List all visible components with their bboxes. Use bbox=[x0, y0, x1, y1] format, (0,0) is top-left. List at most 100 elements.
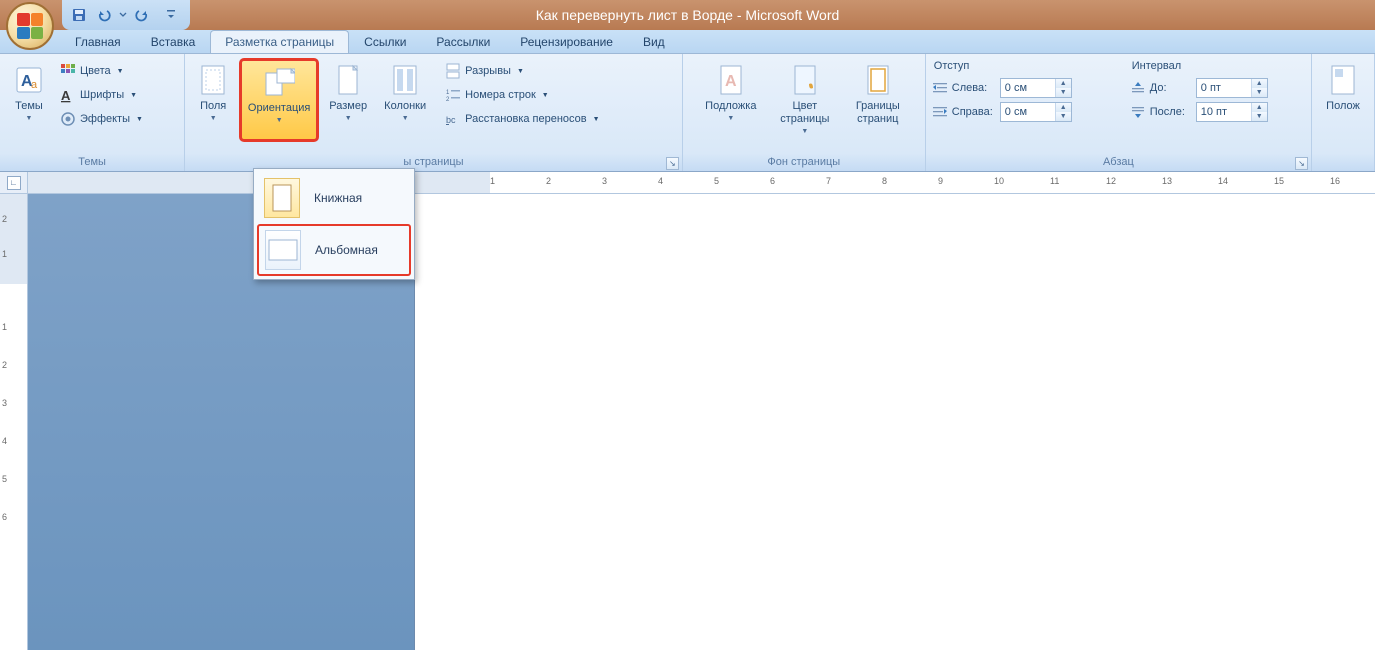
columns-button[interactable]: Колонки ▼ bbox=[377, 58, 433, 146]
themes-button[interactable]: Aa Темы ▼ bbox=[6, 58, 52, 146]
position-icon bbox=[1327, 64, 1359, 96]
save-button[interactable] bbox=[68, 4, 90, 26]
chevron-down-icon: ▼ bbox=[130, 92, 137, 99]
hruler-tick: 4 bbox=[658, 176, 663, 186]
spin-up[interactable]: ▲ bbox=[1252, 103, 1267, 112]
spacing-title: Интервал bbox=[1130, 58, 1304, 75]
orientation-button[interactable]: Ориентация ▼ bbox=[239, 58, 319, 142]
page-color-button[interactable]: Цвет страницы ▼ bbox=[769, 58, 841, 146]
ruler-corner[interactable]: ∟ bbox=[0, 172, 27, 194]
hruler-tick: 16 bbox=[1330, 176, 1340, 186]
theme-fonts-button[interactable]: A Шрифты ▼ bbox=[56, 84, 147, 106]
undo-dropdown[interactable] bbox=[118, 4, 128, 26]
page-color-label: Цвет страницы bbox=[772, 100, 838, 126]
tab-review[interactable]: Рецензирование bbox=[505, 30, 628, 53]
effects-icon bbox=[60, 111, 76, 127]
spin-up[interactable]: ▲ bbox=[1056, 79, 1071, 88]
orientation-landscape[interactable]: Альбомная bbox=[257, 224, 411, 276]
indent-left-input[interactable]: ▲▼ bbox=[1000, 78, 1072, 98]
qat-customize[interactable] bbox=[160, 4, 182, 26]
customize-icon bbox=[166, 8, 176, 22]
hruler-tick: 10 bbox=[994, 176, 1004, 186]
chevron-down-icon: ▼ bbox=[210, 115, 217, 122]
horizontal-ruler[interactable]: 12345678910111213141516 bbox=[28, 172, 1375, 194]
fonts-icon: A bbox=[60, 87, 76, 103]
theme-colors-button[interactable]: Цвета ▼ bbox=[56, 60, 147, 82]
svg-text:A: A bbox=[725, 73, 737, 90]
portrait-label: Книжная bbox=[314, 191, 362, 205]
landscape-icon bbox=[265, 230, 301, 270]
tab-references[interactable]: Ссылки bbox=[349, 30, 421, 53]
vruler-tick: 2 bbox=[2, 214, 7, 224]
margins-button[interactable]: Поля ▼ bbox=[191, 58, 235, 146]
hyphenation-icon: bc bbox=[445, 111, 461, 127]
spin-up[interactable]: ▲ bbox=[1252, 79, 1267, 88]
hruler-tick: 1 bbox=[490, 176, 495, 186]
tab-mailings[interactable]: Рассылки bbox=[421, 30, 505, 53]
size-button[interactable]: Размер ▼ bbox=[323, 58, 373, 146]
spacing-before-label: До: bbox=[1150, 82, 1192, 94]
spin-up[interactable]: ▲ bbox=[1056, 103, 1071, 112]
breaks-button[interactable]: Разрывы ▼ bbox=[441, 60, 603, 82]
indent-right-input[interactable]: ▲▼ bbox=[1000, 102, 1072, 122]
spin-down[interactable]: ▼ bbox=[1252, 112, 1267, 121]
vruler-tick: 6 bbox=[2, 512, 7, 522]
group-label-page-bg: Фон страницы bbox=[683, 153, 925, 171]
vruler-tick: 4 bbox=[2, 436, 7, 446]
page-setup-label-text: ы страницы bbox=[403, 156, 463, 168]
document-area: 12345678910111213141516 bbox=[28, 172, 1375, 650]
orientation-menu: Книжная Альбомная bbox=[253, 168, 415, 280]
chevron-down-icon: ▼ bbox=[593, 116, 600, 123]
group-page-setup: Поля ▼ Ориентация ▼ Размер ▼ Колонки ▼ bbox=[185, 54, 683, 171]
spacing-after-input[interactable]: ▲▼ bbox=[1196, 102, 1268, 122]
group-label-arrange bbox=[1312, 153, 1374, 171]
group-themes: Aa Темы ▼ Цвета ▼ A Шрифты ▼ Эффек bbox=[0, 54, 185, 171]
ribbon: Aa Темы ▼ Цвета ▼ A Шрифты ▼ Эффек bbox=[0, 54, 1375, 172]
effects-label: Эффекты bbox=[80, 113, 130, 125]
spin-down[interactable]: ▼ bbox=[1056, 88, 1071, 97]
chevron-down-icon: ▼ bbox=[26, 115, 33, 122]
theme-effects-button[interactable]: Эффекты ▼ bbox=[56, 108, 147, 130]
document-page[interactable] bbox=[414, 194, 1375, 650]
hruler-tick: 8 bbox=[882, 176, 887, 186]
hruler-tick: 9 bbox=[938, 176, 943, 186]
spin-down[interactable]: ▼ bbox=[1252, 88, 1267, 97]
hruler-tick: 2 bbox=[546, 176, 551, 186]
vruler-tick: 5 bbox=[2, 474, 7, 484]
tab-home[interactable]: Главная bbox=[60, 30, 136, 53]
svg-text:1: 1 bbox=[446, 90, 450, 96]
chevron-down-icon: ▼ bbox=[727, 115, 734, 122]
group-arrange: Полож bbox=[1312, 54, 1375, 171]
hyphenation-button[interactable]: bc Расстановка переносов ▼ bbox=[441, 108, 603, 130]
page-borders-button[interactable]: Границы страниц bbox=[845, 58, 911, 146]
tab-view[interactable]: Вид bbox=[628, 30, 680, 53]
size-label: Размер bbox=[329, 100, 367, 113]
svg-text:2: 2 bbox=[446, 97, 450, 103]
group-label-themes: Темы bbox=[0, 153, 184, 171]
position-button[interactable]: Полож bbox=[1318, 58, 1368, 146]
chevron-down-icon: ▼ bbox=[517, 68, 524, 75]
themes-label: Темы bbox=[15, 100, 43, 113]
spacing-before-input[interactable]: ▲▼ bbox=[1196, 78, 1268, 98]
spin-down[interactable]: ▼ bbox=[1056, 112, 1071, 121]
line-numbers-button[interactable]: 12 Номера строк ▼ bbox=[441, 84, 603, 106]
page-setup-dialog-launcher[interactable]: ↘ bbox=[666, 157, 679, 170]
hruler-tick: 11 bbox=[1050, 176, 1059, 186]
line-numbers-icon: 12 bbox=[445, 87, 461, 103]
paragraph-label-text: Абзац bbox=[1103, 156, 1134, 168]
office-logo-icon bbox=[17, 13, 43, 39]
vruler-tick: 2 bbox=[2, 360, 7, 370]
tab-page-layout[interactable]: Разметка страницы bbox=[210, 30, 349, 53]
page-background bbox=[28, 194, 1375, 650]
hruler-tick: 5 bbox=[714, 176, 719, 186]
undo-button[interactable] bbox=[93, 4, 115, 26]
watermark-icon: A bbox=[715, 64, 747, 96]
orientation-portrait[interactable]: Книжная bbox=[257, 172, 411, 224]
paragraph-dialog-launcher[interactable]: ↘ bbox=[1295, 157, 1308, 170]
redo-button[interactable] bbox=[131, 4, 153, 26]
watermark-button[interactable]: A Подложка ▼ bbox=[697, 58, 765, 146]
tab-insert[interactable]: Вставка bbox=[136, 30, 211, 53]
breaks-icon bbox=[445, 63, 461, 79]
vertical-ruler[interactable]: 2 1 1 2 3 4 5 6 bbox=[0, 194, 27, 650]
office-button[interactable] bbox=[6, 2, 54, 50]
